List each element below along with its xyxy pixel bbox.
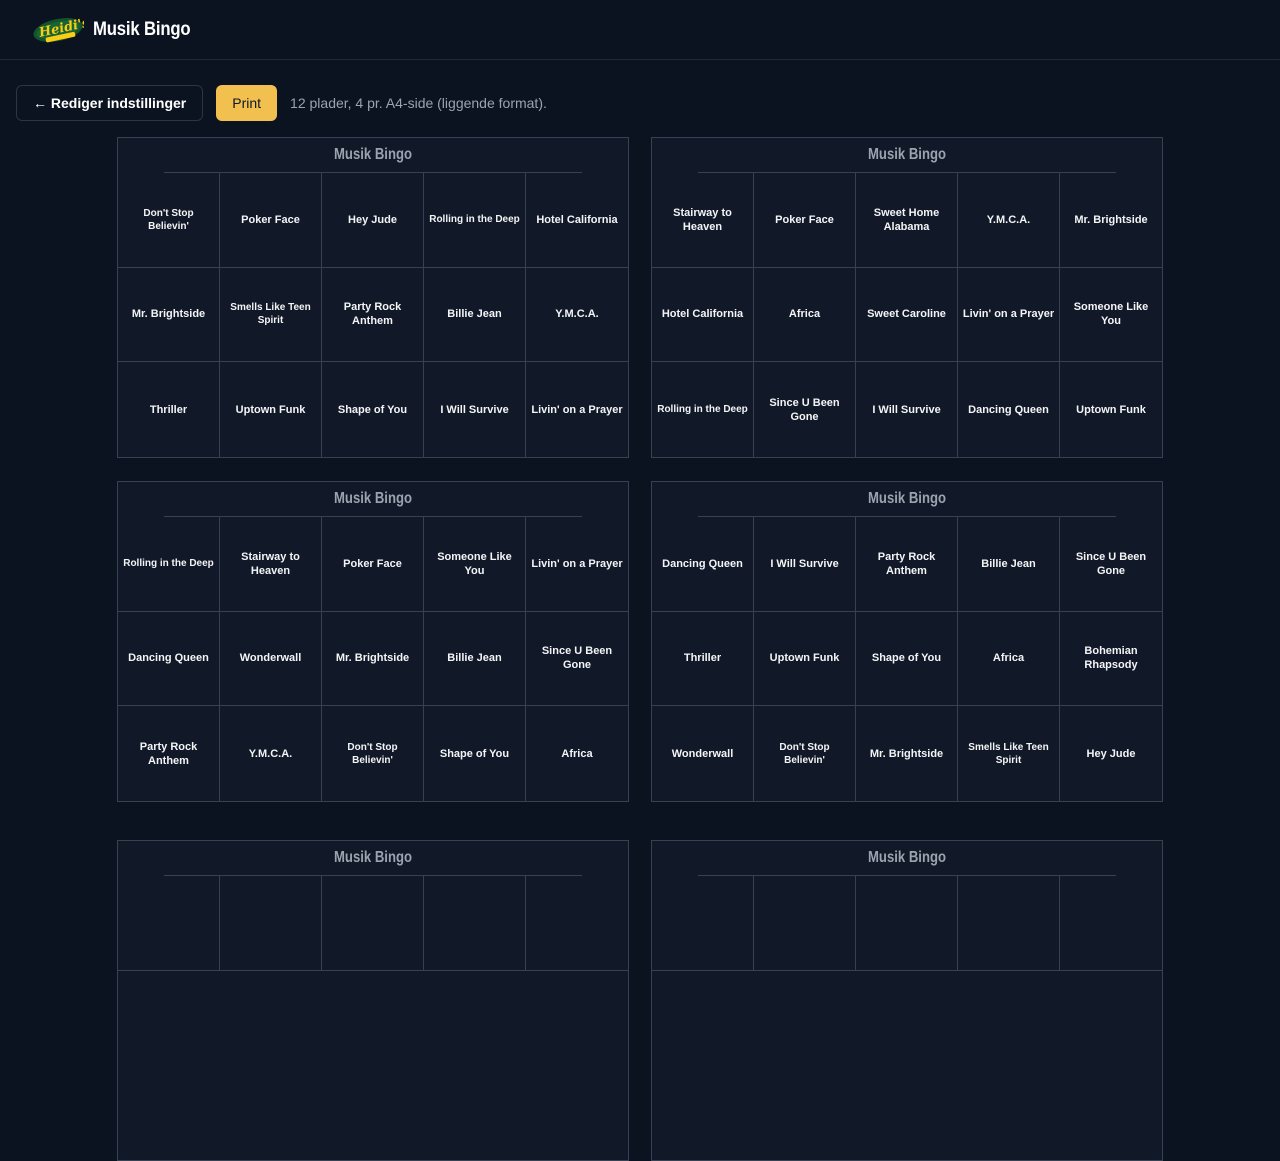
card-title: Musik Bingo (163, 138, 583, 173)
bingo-cell: Someone Like You (424, 517, 526, 612)
bingo-cell: Since U Been Gone (754, 362, 856, 457)
bingo-cell: Uptown Funk (754, 611, 856, 707)
bingo-cell: Mr. Brightside (118, 267, 220, 363)
bingo-cell: Poker Face (220, 173, 322, 268)
bingo-cell (424, 876, 526, 971)
bingo-cell: Hey Jude (322, 173, 424, 268)
bingo-cell: Y.M.C.A. (526, 268, 628, 363)
bingo-card: Musik Bingo (651, 840, 1163, 1161)
bingo-grid (118, 876, 628, 1160)
bingo-cell (220, 876, 322, 971)
bar-logo: Heidi's (33, 15, 84, 42)
bingo-cell: Hotel California (526, 173, 628, 268)
sheet-info-text: 12 plader, 4 pr. A4-side (liggende forma… (290, 95, 547, 111)
bingo-cell: Y.M.C.A. (220, 706, 322, 801)
card-title: Musik Bingo (697, 138, 1117, 173)
bingo-cell: Mr. Brightside (1060, 173, 1162, 268)
bingo-cell: Billie Jean (958, 517, 1060, 612)
bingo-cell: Rolling in the Deep (424, 173, 526, 268)
bingo-cell: Someone Like You (1060, 268, 1162, 363)
bingo-cell: Dancing Queen (118, 611, 220, 707)
bingo-cell: Wonderwall (652, 706, 754, 801)
card-title: Musik Bingo (163, 841, 583, 876)
bingo-cell (958, 876, 1060, 971)
bingo-grid: Rolling in the Deep Stairway to Heaven P… (118, 517, 628, 801)
bingo-cell: Party Rock Anthem (322, 267, 424, 363)
bingo-grid: Stairway to Heaven Poker Face Sweet Home… (652, 173, 1162, 457)
bingo-cell: Billie Jean (424, 611, 526, 707)
bingo-cell: Billie Jean (424, 267, 526, 363)
bingo-cell: Don't Stop Believin' (322, 706, 424, 801)
bingo-cell (322, 876, 424, 971)
card-title: Musik Bingo (163, 482, 583, 517)
bingo-cell: Poker Face (322, 517, 424, 612)
card-title: Musik Bingo (697, 841, 1117, 876)
bingo-cell: Hey Jude (1086, 747, 1136, 760)
bingo-cell: Livin' on a Prayer (526, 517, 628, 612)
bingo-cell: Mr. Brightside (322, 611, 424, 707)
bingo-cell (1060, 876, 1162, 971)
bingo-cell (754, 876, 856, 971)
app-title: Musik Bingo (93, 18, 191, 40)
bingo-cell: Mr. Brightside (856, 706, 958, 801)
edit-settings-button[interactable]: ← Rediger indstillinger (16, 85, 204, 121)
toolbar: ← Rediger indstillinger Print 12 plader,… (16, 85, 547, 121)
bingo-card: Musik Bingo Rolling in the Deep Stairway… (117, 481, 629, 802)
card-title: Musik Bingo (697, 482, 1117, 517)
bingo-cell: Thriller (118, 362, 220, 457)
bingo-cell: Uptown Funk (220, 362, 322, 457)
bingo-cell: Rolling in the Deep (652, 362, 754, 457)
bingo-cell: Party Rock Anthem (118, 706, 220, 801)
bingo-cell: Wonderwall (220, 611, 322, 707)
bingo-grid (652, 876, 1162, 1160)
bingo-cell: Stairway to Heaven (652, 173, 754, 268)
bingo-card: Musik Bingo Stairway to Heaven Poker Fac… (651, 137, 1163, 458)
bingo-card: Musik Bingo Don't Stop Believin' Poker F… (117, 137, 629, 458)
bingo-card: Musik Bingo Dancing Queen I Will Survive… (651, 481, 1163, 802)
bingo-cell: Bohemian Rhapsody (1060, 612, 1162, 707)
bingo-cell (526, 876, 628, 971)
bingo-cell: Livin' on a Prayer (958, 267, 1060, 363)
bingo-cell: Since U Been Gone (526, 612, 628, 707)
bingo-cell: Dancing Queen (958, 362, 1060, 457)
bingo-cell: Shape of You (856, 611, 958, 707)
top-bar: Heidi's Musik Bingo (0, 0, 1280, 60)
bingo-card: Musik Bingo (117, 840, 629, 1161)
bingo-cell: Y.M.C.A. (958, 173, 1060, 268)
bingo-cell (856, 876, 958, 971)
bingo-cell: Hotel California (652, 267, 754, 363)
bingo-cell: Sweet Caroline (856, 267, 958, 363)
bingo-grid: Don't Stop Believin' Poker Face Hey Jude… (118, 173, 628, 457)
bingo-cell: Livin' on a Prayer (531, 403, 623, 416)
bingo-cell: Don't Stop Believin' (754, 706, 856, 801)
bingo-cell: Stairway to Heaven (220, 517, 322, 612)
bingo-cell: Thriller (652, 611, 754, 707)
bingo-cell (118, 876, 220, 971)
bingo-cell (652, 876, 754, 971)
bingo-cell: I Will Survive (754, 517, 856, 612)
bingo-grid: Dancing Queen I Will Survive Party Rock … (652, 517, 1162, 801)
bingo-cell: Don't Stop Believin' (118, 173, 220, 268)
bingo-cell: Dancing Queen (652, 517, 754, 612)
bingo-cell: Smells Like Teen Spirit (958, 706, 1060, 801)
bingo-cell: Sweet Home Alabama (856, 173, 958, 268)
bingo-cell: Party Rock Anthem (856, 517, 958, 612)
bingo-cell: I Will Survive (856, 362, 958, 457)
bingo-cell: Africa (958, 611, 1060, 707)
bingo-cell: Shape of You (424, 706, 526, 801)
bingo-cell: Africa (754, 267, 856, 363)
bingo-cell: Poker Face (754, 173, 856, 268)
bingo-cell: Shape of You (322, 362, 424, 457)
bingo-cell: Since U Been Gone (1060, 517, 1162, 612)
bingo-cell: Africa (561, 747, 593, 760)
print-button[interactable]: Print (216, 85, 278, 121)
bingo-cell: I Will Survive (424, 362, 526, 457)
bingo-cell: Rolling in the Deep (118, 517, 220, 612)
bingo-cell: Uptown Funk (1076, 403, 1146, 416)
bingo-cell: Smells Like Teen Spirit (220, 267, 322, 363)
